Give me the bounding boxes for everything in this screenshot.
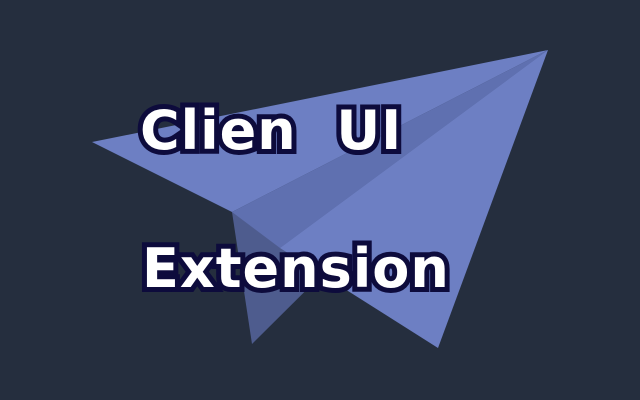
paper-plane-icon xyxy=(92,50,548,348)
banner: Clien UI Extension xyxy=(0,0,640,400)
title-line-2: Extension xyxy=(137,237,454,301)
title-line-1: Clien UI xyxy=(135,99,406,163)
